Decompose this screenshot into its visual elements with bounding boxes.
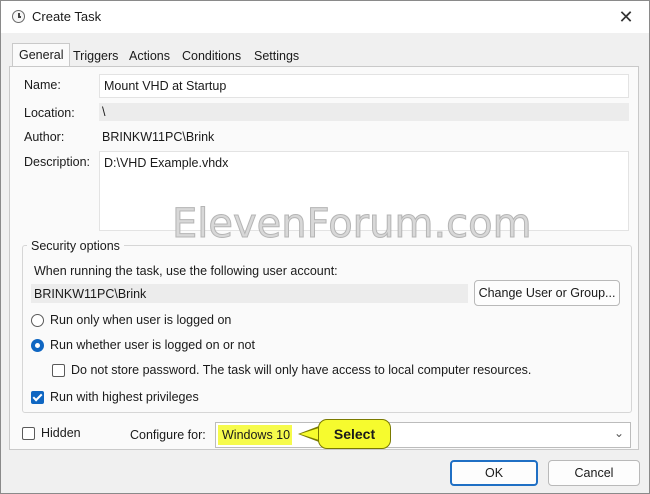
hidden-checkbox[interactable] <box>22 427 35 440</box>
run-with-highest-privileges-checkbox[interactable] <box>31 391 44 404</box>
do-not-store-password-label[interactable]: Do not store password. The task will onl… <box>71 363 531 377</box>
author-value: BRINKW11PC\Brink <box>102 130 215 144</box>
radio-run-only-logged-on-label[interactable]: Run only when user is logged on <box>50 313 231 327</box>
configure-for-label: Configure for: <box>130 428 206 442</box>
tab-actions[interactable]: Actions <box>129 49 170 63</box>
hidden-label[interactable]: Hidden <box>41 426 81 440</box>
description-value: D:\VHD Example.vhdx <box>104 156 229 170</box>
location-value: \ <box>102 105 106 119</box>
configure-for-value: Windows 10 <box>218 425 292 445</box>
tab-settings[interactable]: Settings <box>254 49 299 63</box>
callout-arrow-fill <box>300 428 319 440</box>
name-field[interactable]: Mount VHD at Startup <box>99 74 629 98</box>
close-button[interactable]: ✕ <box>603 1 649 33</box>
create-task-window: Create Task ✕ General Triggers Actions C… <box>0 0 650 494</box>
author-label: Author: <box>24 130 65 144</box>
configure-for-dropdown[interactable]: Windows 10 ⌄ <box>215 422 631 448</box>
name-label: Name: <box>24 78 61 92</box>
description-label: Description: <box>24 155 90 169</box>
run-with-highest-privileges-label[interactable]: Run with highest privileges <box>50 390 199 404</box>
watermark: ElevenForum.com <box>172 201 533 248</box>
location-label: Location: <box>24 106 75 120</box>
security-options-title: Security options <box>27 239 124 253</box>
tab-conditions[interactable]: Conditions <box>182 49 241 63</box>
tab-triggers[interactable]: Triggers <box>73 49 118 63</box>
name-value: Mount VHD at Startup <box>104 79 227 93</box>
location-bar <box>99 103 629 121</box>
tab-general[interactable]: General <box>12 43 71 67</box>
title-bar: Create Task ✕ <box>1 1 649 33</box>
clock-icon <box>12 10 25 23</box>
radio-run-whether-logged-on[interactable] <box>31 339 44 352</box>
user-account-prompt: When running the task, use the following… <box>34 264 338 278</box>
do-not-store-password-checkbox[interactable] <box>52 364 65 377</box>
ok-button[interactable]: OK <box>450 460 538 486</box>
chevron-down-icon: ⌄ <box>613 426 624 440</box>
radio-run-whether-logged-on-label[interactable]: Run whether user is logged on or not <box>50 338 255 352</box>
window-title: Create Task <box>32 9 102 24</box>
radio-run-only-logged-on[interactable] <box>31 314 44 327</box>
select-callout: Select <box>318 419 391 449</box>
user-account-value: BRINKW11PC\Brink <box>34 287 147 301</box>
change-user-or-group-button[interactable]: Change User or Group... <box>474 280 620 306</box>
cancel-button[interactable]: Cancel <box>548 460 640 486</box>
close-icon: ✕ <box>618 6 634 27</box>
